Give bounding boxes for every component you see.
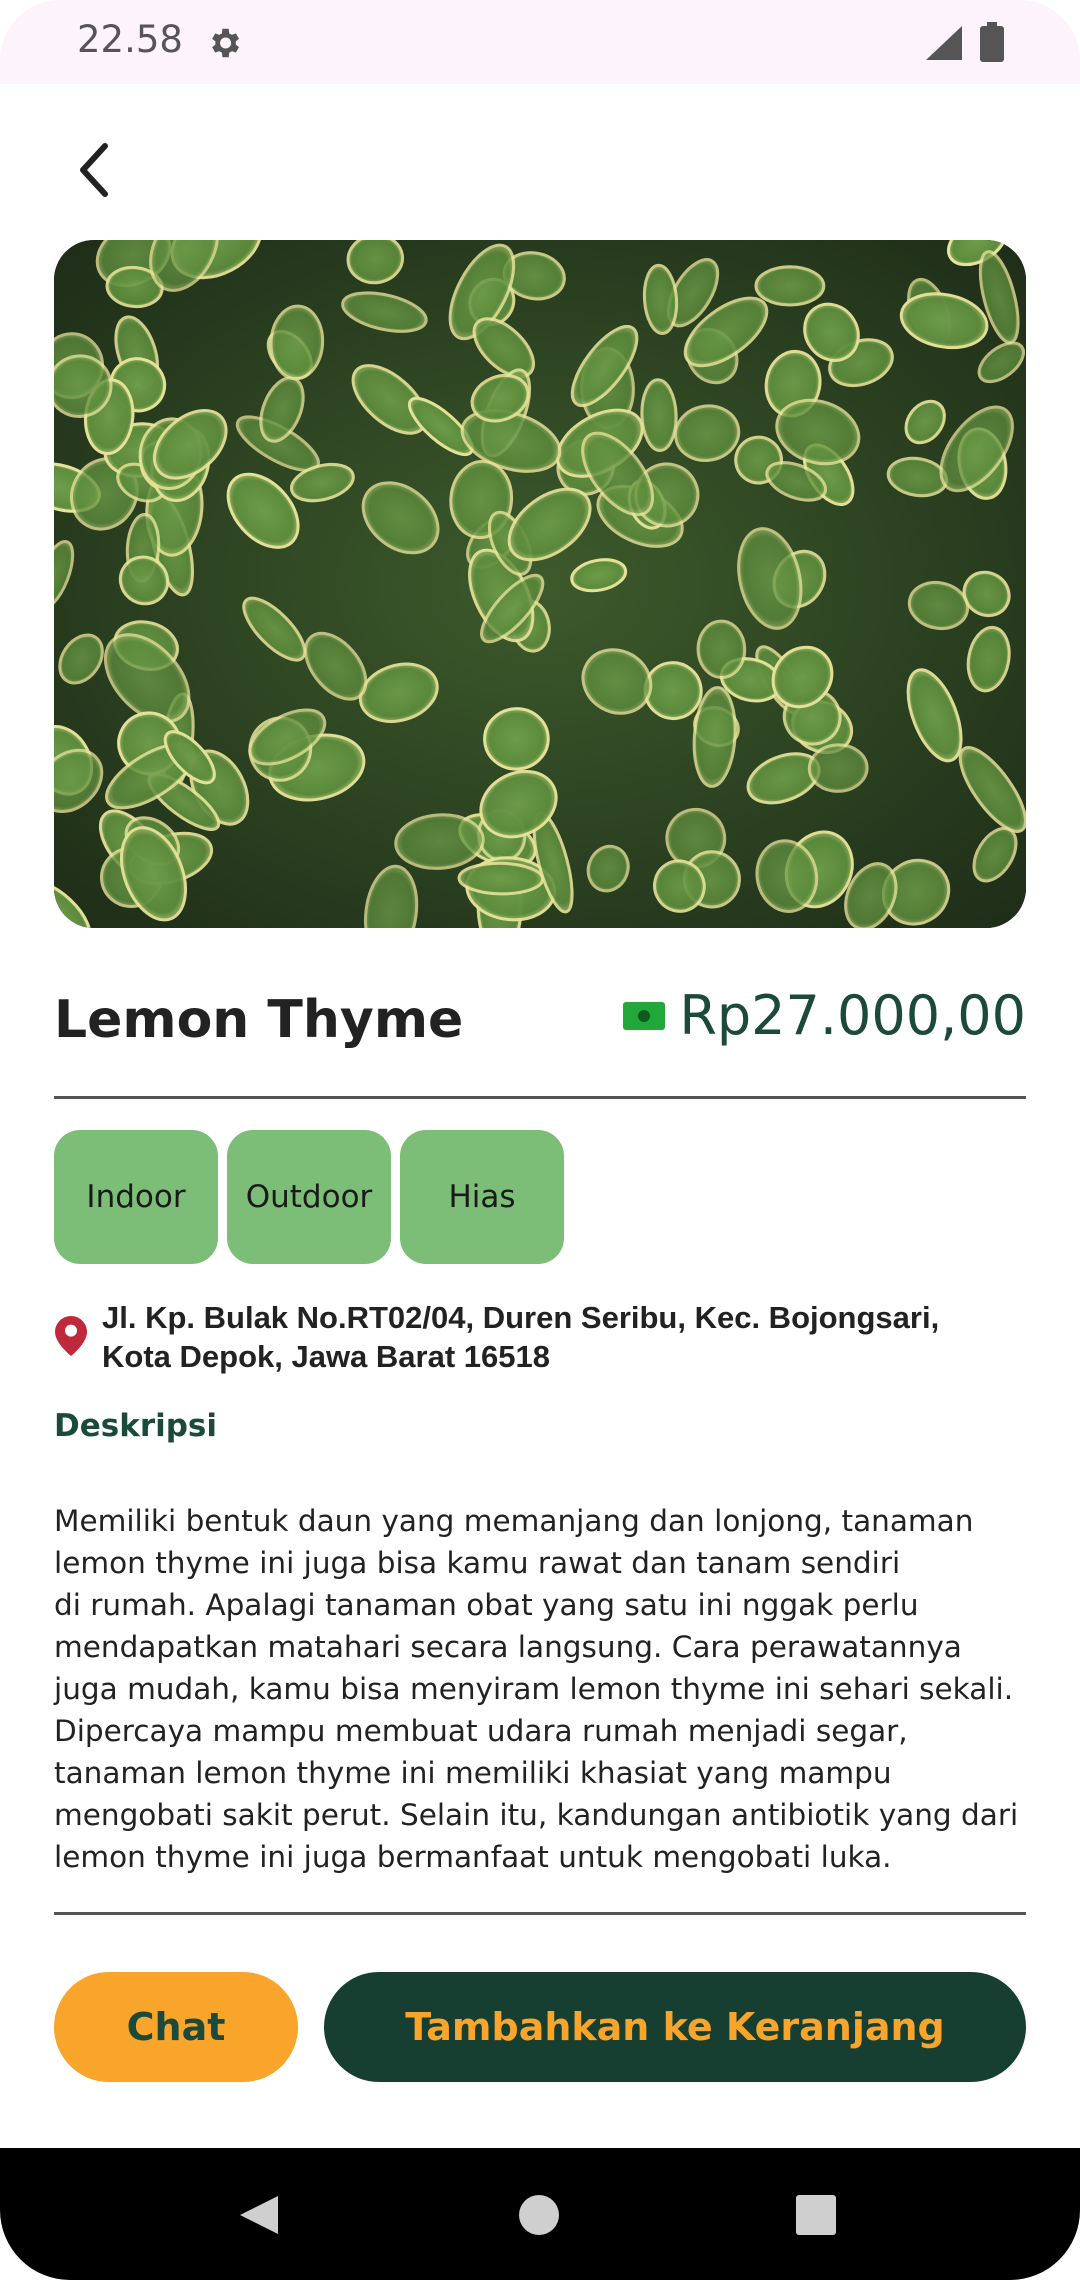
add-to-cart-button[interactable]: Tambahkan ke Keranjang (324, 1972, 1026, 2082)
tag-list: Indoor Outdoor Hias (54, 1130, 564, 1264)
battery-icon (980, 22, 1004, 62)
description-title: Deskripsi (54, 1408, 218, 1444)
money-icon (623, 1001, 666, 1030)
location-pin-icon (55, 1316, 87, 1356)
back-button[interactable] (62, 132, 126, 208)
price-container: Rp27.000,00 (623, 984, 1026, 1047)
tag-outdoor[interactable]: Outdoor (227, 1130, 391, 1264)
address-text: Jl. Kp. Bulak No.RT02/04, Duren Seribu, … (102, 1300, 940, 1374)
signal-icon (926, 26, 962, 60)
recents-square-icon[interactable] (796, 2195, 836, 2235)
gear-icon (212, 28, 240, 58)
tag-indoor[interactable]: Indoor (54, 1130, 218, 1264)
status-time: 22.58 (77, 18, 183, 61)
back-triangle-icon[interactable] (236, 2192, 282, 2238)
tag-hias[interactable]: Hias (400, 1130, 564, 1264)
divider-top (54, 1096, 1026, 1099)
location: Jl. Kp. Bulak No.RT02/04, Duren Seribu, … (54, 1298, 1002, 1376)
product-name: Lemon Thyme (54, 990, 464, 1050)
divider-bottom (54, 1912, 1026, 1915)
status-bar: 22.58 (0, 0, 1080, 84)
chevron-left-icon (80, 143, 108, 197)
product-image (54, 240, 1026, 928)
product-price: Rp27.000,00 (679, 984, 1026, 1047)
chat-button[interactable]: Chat (54, 1972, 298, 2082)
description-text: Memiliki bentuk daun yang memanjang dan … (54, 1504, 1019, 1874)
home-circle-icon[interactable] (518, 2194, 560, 2236)
system-nav-bar (0, 2148, 1080, 2280)
